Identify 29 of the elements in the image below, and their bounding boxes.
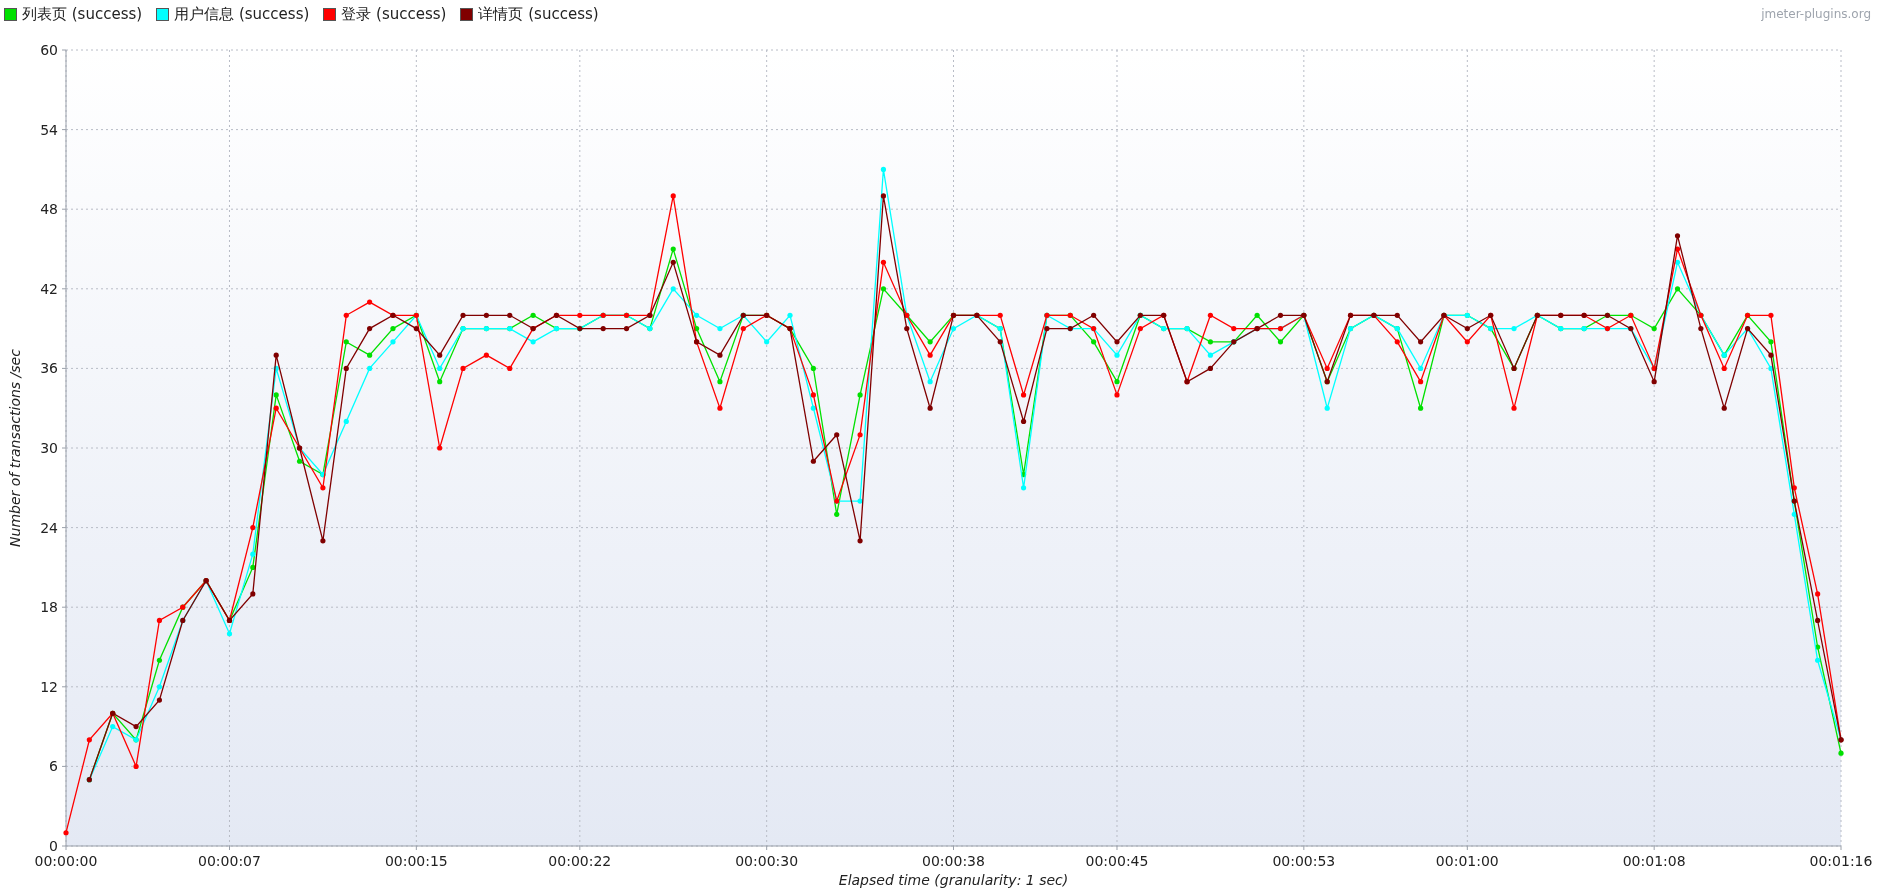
y-tick-label: 0 (49, 838, 58, 854)
x-tick-label: 00:00:07 (198, 853, 261, 869)
x-tick-label: 00:00:38 (922, 853, 985, 869)
y-tick-label: 6 (49, 758, 58, 775)
x-tick-label: 00:01:16 (1809, 853, 1873, 869)
y-tick-label: 60 (40, 42, 58, 58)
legend-label: 详情页 (success) (478, 4, 599, 24)
x-tick-label: 00:00:00 (34, 853, 98, 869)
x-axis-title: Elapsed time (granularity: 1 sec) (838, 872, 1069, 888)
legend-label: 列表页 (success) (22, 4, 143, 24)
y-axis-title: Number of transactions /sec (7, 349, 23, 547)
x-tick-label: 00:01:08 (1622, 853, 1686, 869)
x-tick-label: 00:00:22 (548, 853, 612, 869)
y-tick-label: 36 (40, 360, 58, 377)
legend-label: 用户信息 (success) (174, 4, 310, 24)
y-tick-label: 30 (40, 440, 58, 456)
x-tick-label: 00:00:30 (735, 853, 799, 869)
x-tick-label: 00:00:53 (1272, 853, 1336, 869)
legend-label: 登录 (success) (341, 4, 447, 24)
x-tick-label: 00:00:45 (1085, 853, 1149, 869)
y-tick-label: 54 (40, 121, 58, 138)
y-tick-label: 48 (40, 201, 58, 218)
x-tick-label: 00:00:15 (384, 853, 448, 869)
y-tick-label: 12 (40, 678, 58, 695)
x-tick-label: 00:01:00 (1435, 853, 1499, 869)
y-tick-label: 24 (40, 519, 58, 536)
watermark-text: jmeter-plugins.org (1761, 7, 1871, 21)
y-tick-label: 42 (40, 280, 58, 297)
y-tick-label: 18 (40, 599, 58, 616)
